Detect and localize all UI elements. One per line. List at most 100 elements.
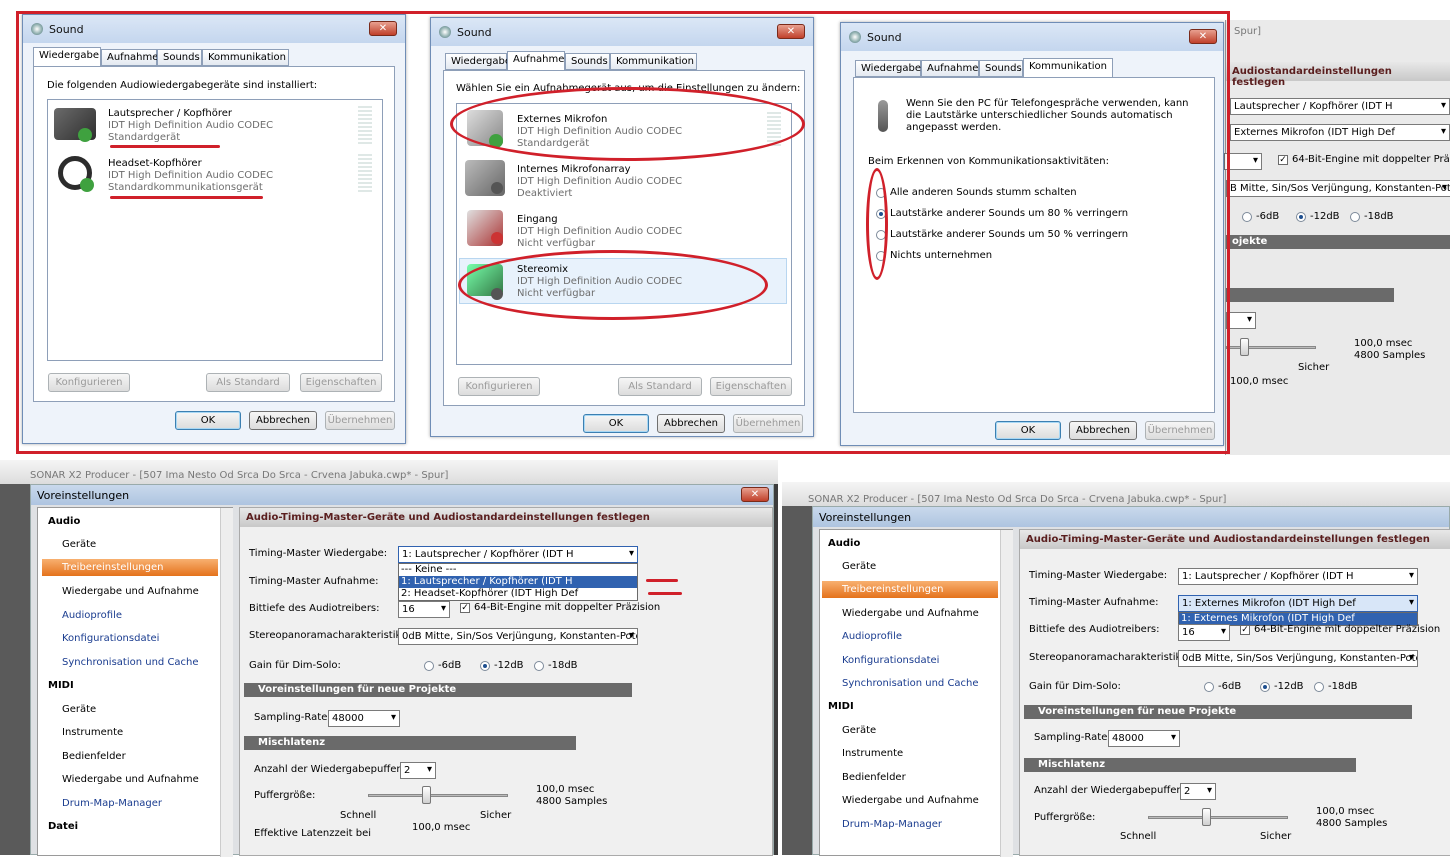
pan-law-combo[interactable]: 0dB Mitte, Sin/Sos Verjüngung, Konstante… <box>1178 650 1418 667</box>
play-master-combo[interactable]: 1: Lautsprecher / Kopfhörer (IDT H <box>398 546 638 563</box>
nav-control-surfaces[interactable]: Bedienfelder <box>842 772 906 783</box>
nav-sync-cache[interactable]: Synchronisation und Cache <box>62 657 199 668</box>
bg-section2 <box>1226 288 1394 302</box>
bg-gain-18[interactable] <box>1350 212 1360 222</box>
sample-rate-label: Sampling-Rate: <box>1034 732 1111 743</box>
nav-sync-cache[interactable]: Synchronisation und Cache <box>842 678 979 689</box>
latency-samples: 4800 Samples <box>1316 818 1388 829</box>
sample-rate-combo[interactable]: 48000 <box>1108 730 1180 747</box>
nav-midi-playback[interactable]: Wiedergabe und Aufnahme <box>842 795 979 806</box>
section-header: Audio-Timing-Master-Geräte und Audiostan… <box>240 508 772 527</box>
latency-ms: 100,0 msec <box>536 784 595 795</box>
nav-audio[interactable]: Audio <box>48 516 80 527</box>
nav-audio[interactable]: Audio <box>828 538 860 549</box>
gain-label: -12dB <box>1274 681 1304 692</box>
nav-control-surfaces[interactable]: Bedienfelder <box>62 751 126 762</box>
annotation-frame <box>16 11 1230 454</box>
buffer-size-slider[interactable] <box>1148 816 1288 819</box>
nav-midi-playback[interactable]: Wiedergabe und Aufnahme <box>62 774 199 785</box>
bg-slider-thumb[interactable] <box>1240 338 1249 356</box>
close-button[interactable]: ✕ <box>741 487 769 502</box>
nav-drum-map[interactable]: Drum-Map-Manager <box>62 798 162 809</box>
sample-rate-combo[interactable]: 48000 <box>328 710 400 727</box>
nav-instruments[interactable]: Instrumente <box>62 727 123 738</box>
bg-gain-18-label: -18dB <box>1364 211 1394 222</box>
gain-18db-radio[interactable] <box>1314 682 1324 692</box>
buffer-size-thumb[interactable] <box>422 786 431 804</box>
gain-6db-radio[interactable] <box>424 661 434 671</box>
nav-midi[interactable]: MIDI <box>48 680 74 691</box>
nav-scrollbar[interactable] <box>220 508 233 857</box>
rec-master-combo[interactable]: 1: Externes Mikrofon (IDT High Def <box>1178 595 1418 612</box>
engine-checkbox[interactable]: ✓ <box>1240 625 1250 635</box>
nav-tree: Audio Geräte Treibereinstellungen Wieder… <box>819 529 1013 857</box>
app-title: SONAR X2 Producer - [507 Ima Nesto Od Sr… <box>30 470 449 481</box>
fast-label: Schnell <box>340 810 377 821</box>
bg-pref-right: Spur] Audiostandardeinstellungen festleg… <box>1224 20 1450 455</box>
rec-master-label: Timing-Master Aufnahme: <box>1029 597 1159 608</box>
latency-ms: 100,0 msec <box>1316 806 1375 817</box>
dropdown-option[interactable]: 2: Headset-Kopfhörer (IDT High Def <box>399 588 637 600</box>
nav-midi-devices[interactable]: Geräte <box>62 704 96 715</box>
bg-gain-6[interactable] <box>1242 212 1252 222</box>
nav-playback-recording[interactable]: Wiedergabe und Aufnahme <box>62 586 199 597</box>
nav-config-file[interactable]: Konfigurationsdatei <box>842 655 939 666</box>
annotation-underline <box>648 592 682 595</box>
nav-instruments[interactable]: Instrumente <box>842 748 903 759</box>
bg-buf-spin[interactable] <box>1226 312 1256 329</box>
dim-solo-label: Gain für Dim-Solo: <box>1029 681 1121 692</box>
gain-12db-radio[interactable] <box>1260 682 1270 692</box>
nav-audio-devices[interactable]: Geräte <box>62 539 96 550</box>
bit-depth-combo[interactable]: 16 <box>1178 624 1230 641</box>
sonar-window-left: SONAR X2 Producer - [507 Ima Nesto Od Sr… <box>0 460 778 857</box>
safe-label: Sicher <box>1260 831 1292 842</box>
bg-play-combo[interactable]: Lautsprecher / Kopfhörer (IDT H <box>1230 98 1450 115</box>
new-projects-section: Voreinstellungen für neue Projekte <box>244 683 632 697</box>
engine-checkbox[interactable]: ✓ <box>460 603 470 613</box>
bit-depth-label: Bittiefe des Audiotreibers: <box>249 603 380 614</box>
bit-depth-combo[interactable]: 16 <box>398 601 450 618</box>
play-master-combo[interactable]: 1: Lautsprecher / Kopfhörer (IDT H <box>1178 568 1418 585</box>
nav-driver-settings[interactable]: Treibereinstellungen <box>42 559 218 576</box>
nav-driver-settings[interactable]: Treibereinstellungen <box>822 581 998 598</box>
tab-kommunikation[interactable]: Kommunikation <box>1023 58 1113 77</box>
nav-config-file[interactable]: Konfigurationsdatei <box>62 633 159 644</box>
buffer-size-thumb[interactable] <box>1202 808 1211 826</box>
buffers-spinner[interactable]: 2 <box>400 762 436 779</box>
gain-6db-radio[interactable] <box>1204 682 1214 692</box>
nav-audio-profiles[interactable]: Audioprofile <box>62 610 122 621</box>
bg-rec-combo[interactable]: Externes Mikrofon (IDT High Def <box>1230 124 1450 141</box>
gain-label: -18dB <box>1328 681 1358 692</box>
bg-pan-combo[interactable]: B Mitte, Sin/Sos Verjüngung, Konstanten-… <box>1226 180 1450 197</box>
content-pane: Audio-Timing-Master-Geräte und Audiostan… <box>1019 529 1450 856</box>
nav-drum-map[interactable]: Drum-Map-Manager <box>842 819 942 830</box>
pan-law-combo[interactable]: 0dB Mitte, Sin/Sos Verjüngung, Konstante… <box>398 628 638 645</box>
tab-aufnahme[interactable]: Aufnahme <box>507 51 565 70</box>
gain-12db-radio[interactable] <box>480 661 490 671</box>
dropdown-option-selected[interactable]: 1: Lautsprecher / Kopfhörer (IDT H <box>399 576 637 588</box>
gain-18db-radio[interactable] <box>534 661 544 671</box>
pref-title: Voreinstellungen <box>819 511 912 524</box>
bg-gain-12[interactable] <box>1296 212 1306 222</box>
bg-gain-6-label: -6dB <box>1256 211 1280 222</box>
dropdown-option[interactable]: --- Keine --- <box>399 564 637 576</box>
nav-midi[interactable]: MIDI <box>828 701 854 712</box>
rec-master-dropdown[interactable]: --- Keine --- 1: Lautsprecher / Kopfhöre… <box>398 563 638 601</box>
bg-engine-check[interactable]: ✓ <box>1278 155 1288 165</box>
nav-file[interactable]: Datei <box>48 821 78 832</box>
rec-master-label: Timing-Master Aufnahme: <box>249 576 379 587</box>
buffers-spinner[interactable]: 2 <box>1180 783 1216 800</box>
tab-wiedergabe[interactable]: Wiedergabe <box>33 47 101 66</box>
nav-playback-recording[interactable]: Wiedergabe und Aufnahme <box>842 608 979 619</box>
nav-midi-devices[interactable]: Geräte <box>842 725 876 736</box>
nav-scrollbar[interactable] <box>1000 530 1013 857</box>
buffer-size-slider[interactable] <box>368 794 508 797</box>
pan-law-label: Stereopanoramacharakteristik: <box>1029 652 1185 663</box>
bg-title: Spur] <box>1234 26 1262 37</box>
annotation-underline <box>646 579 678 582</box>
nav-audio-profiles[interactable]: Audioprofile <box>842 631 902 642</box>
buffer-size-label: Puffergröße: <box>254 790 316 801</box>
engine-label: 64-Bit-Engine mit doppelter Präzision <box>474 602 661 613</box>
pref-titlebar: Voreinstellungen <box>813 507 1449 527</box>
nav-audio-devices[interactable]: Geräte <box>842 561 876 572</box>
